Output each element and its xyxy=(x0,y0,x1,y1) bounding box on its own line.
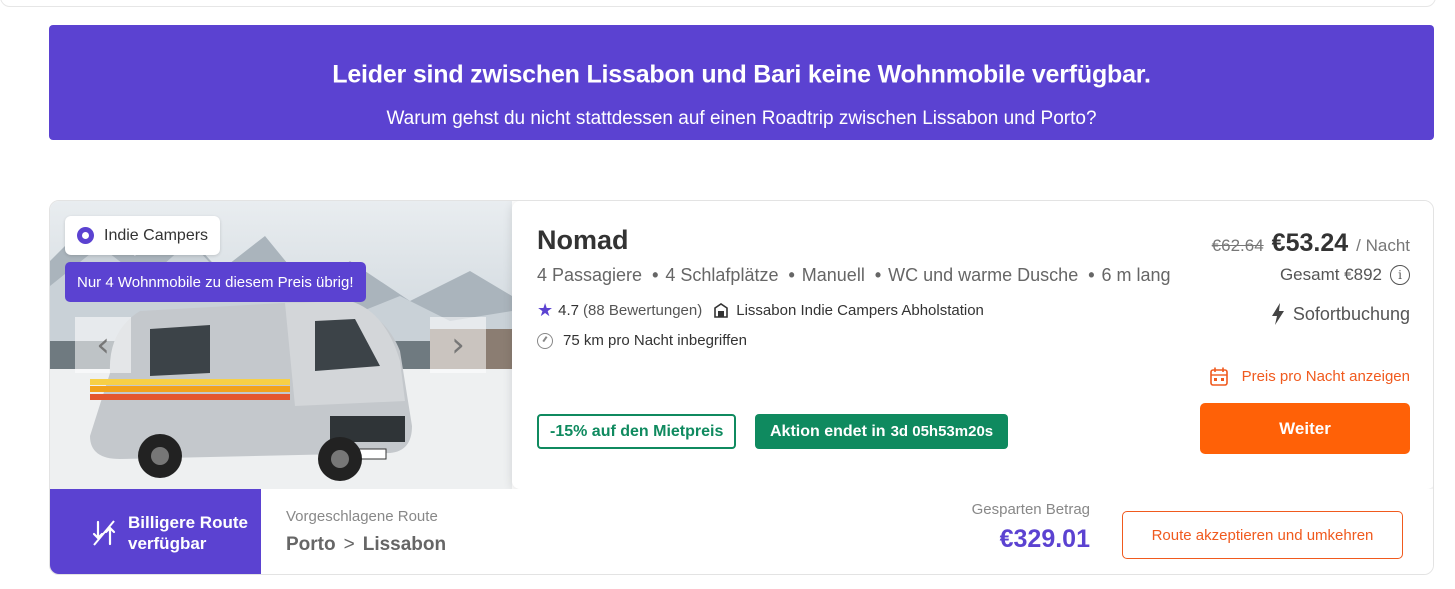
brand-circle-icon xyxy=(77,227,94,244)
rating-row: ★ 4.7 (88 Bewertungen) Lissabon Indie Ca… xyxy=(537,300,984,321)
spec-length: 6 m lang xyxy=(1101,265,1171,285)
photo-prev-button[interactable]: ‹ xyxy=(75,317,131,373)
star-icon: ★ xyxy=(537,300,554,320)
vehicle-specs: 4 Passagiere • 4 Schlafplätze • Manuell • WC u… xyxy=(537,265,1171,286)
listing-card[interactable]: Indie Campers Nur 4 Wohnmobile zu diesem… xyxy=(49,200,1434,575)
suggested-route-label: Vorgeschlagene Route xyxy=(286,508,438,525)
discount-badge: -15% auf den Mietpreis xyxy=(537,414,737,449)
calendar-icon xyxy=(1209,367,1228,386)
chevron-left-icon: ‹ xyxy=(96,325,110,365)
spec-passengers: 4 Passagiere xyxy=(537,265,643,285)
gauge-icon xyxy=(537,332,553,349)
brand-chip: Indie Campers xyxy=(65,216,221,255)
promo-timer-badge: Aktion endet in 3d 05h53m20s xyxy=(755,414,1009,449)
review-count[interactable]: (88 Bewertungen) xyxy=(583,302,702,319)
spec-beds: 4 Schlafplätze xyxy=(665,265,779,285)
price-line: €62.64 €53.24 / Nacht xyxy=(1212,229,1410,258)
promo-label: Aktion endet in xyxy=(770,422,886,440)
km-included: 75 km pro Nacht inbegriffen xyxy=(563,332,747,349)
saved-amount-label: Gesparten Betrag xyxy=(971,501,1090,518)
photo-next-button[interactable]: › xyxy=(430,317,486,373)
route-suggestion-bar: Billigere Route verfügbar Vorgeschlagene… xyxy=(50,489,1433,574)
chevron-right-icon: › xyxy=(451,325,465,365)
current-price: €53.24 xyxy=(1271,229,1349,257)
saved-amount: €329.01 xyxy=(999,525,1090,553)
route-arrow: > xyxy=(343,534,355,555)
route-to: Lissabon xyxy=(362,534,447,555)
instant-booking-label: Sofortbuchung xyxy=(1292,303,1410,324)
spec-separator: • xyxy=(1088,265,1095,285)
total-price: Gesamt €892 xyxy=(1279,265,1382,284)
promo-countdown: 3d 05h53m20s xyxy=(890,423,994,440)
cheaper-route-badge: Billigere Route verfügbar xyxy=(50,489,261,574)
previous-card-edge xyxy=(0,0,1436,7)
rating-value: 4.7 xyxy=(558,302,579,319)
spec-separator: • xyxy=(874,265,882,285)
spec-bathroom: WC und warme Dusche xyxy=(888,265,1079,285)
instant-booking-line: Sofortbuchung xyxy=(1271,303,1410,325)
lightning-icon xyxy=(1271,303,1284,325)
brand-name: Indie Campers xyxy=(104,226,209,244)
per-night-label: / Nacht xyxy=(1356,236,1410,255)
no-availability-banner: Leider sind zwischen Lissabon und Bari k… xyxy=(49,25,1434,140)
route-from: Porto xyxy=(286,534,336,555)
info-icon[interactable]: i xyxy=(1390,265,1410,285)
cheaper-route-label: Billigere Route verfügbar xyxy=(128,512,248,553)
spec-transmission: Manuell xyxy=(801,265,865,285)
banner-title: Leider sind zwischen Lissabon und Bari k… xyxy=(332,60,1151,89)
old-price: €62.64 xyxy=(1211,236,1264,255)
suggested-route: Porto > Lissabon xyxy=(286,534,446,556)
spec-separator: • xyxy=(652,265,659,285)
banner-subtitle: Warum gehst du nicht stattdessen auf ein… xyxy=(386,108,1097,129)
vehicle-photo[interactable]: Indie Campers Nur 4 Wohnmobile zu diesem… xyxy=(50,201,512,489)
listing-info-panel: Nomad 4 Passagiere • 4 Schlafplätze • Manuel… xyxy=(512,201,1433,489)
scarcity-badge: Nur 4 Wohnmobile zu diesem Preis übrig! xyxy=(65,262,366,302)
pickup-station: Lissabon Indie Campers Abholstation xyxy=(736,302,984,319)
swap-route-icon xyxy=(92,519,116,546)
nightly-price-link[interactable]: Preis pro Nacht anzeigen xyxy=(1209,367,1410,386)
vehicle-name: Nomad xyxy=(537,225,629,255)
total-price-line: Gesamt €892 i xyxy=(1280,265,1410,285)
accept-route-button[interactable]: Route akzeptieren und umkehren xyxy=(1122,511,1403,559)
spec-separator: • xyxy=(788,265,795,285)
continue-button[interactable]: Weiter xyxy=(1200,403,1410,454)
km-row: 75 km pro Nacht inbegriffen xyxy=(537,332,747,349)
nightly-price-label: Preis pro Nacht anzeigen xyxy=(1241,368,1410,385)
station-icon xyxy=(714,303,729,318)
